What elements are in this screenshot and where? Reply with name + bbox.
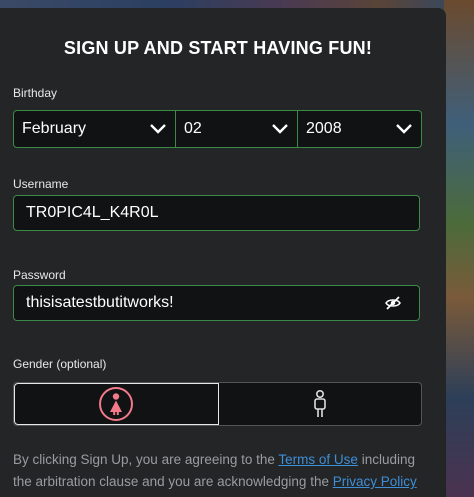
password-label: Password: [13, 268, 66, 282]
chevron-down-icon: [150, 124, 166, 134]
legal-disclaimer: By clicking Sign Up, you are agreeing to…: [13, 449, 433, 493]
gender-female-button[interactable]: [14, 383, 219, 425]
birthday-month-value: February: [22, 120, 87, 137]
gender-male-button[interactable]: [219, 383, 422, 425]
eye-slash-icon[interactable]: [385, 295, 401, 311]
male-icon: [313, 389, 326, 417]
birthday-day-value: 02: [184, 120, 202, 137]
birthday-month-select[interactable]: February: [13, 110, 176, 148]
birthday-year-select[interactable]: 2008: [298, 110, 422, 148]
birthday-year-value: 2008: [306, 120, 342, 137]
birthday-day-select[interactable]: 02: [176, 110, 298, 148]
signup-card: SIGN UP AND START HAVING FUN! Birthday F…: [0, 8, 446, 497]
background-artwork-strip: [444, 0, 474, 497]
gender-label: Gender (optional): [13, 357, 107, 371]
password-input[interactable]: thisisatestbutitworks!: [13, 285, 420, 321]
disclaimer-text-before: By clicking Sign Up, you are agreeing to…: [13, 452, 279, 467]
gender-selector: [13, 382, 422, 426]
female-icon: [99, 387, 134, 421]
birthday-label: Birthday: [13, 86, 58, 100]
terms-of-use-link[interactable]: Terms of Use: [278, 452, 358, 467]
signup-title: SIGN UP AND START HAVING FUN!: [63, 38, 373, 58]
username-value: TR0PIC4L_K4R0L: [26, 204, 159, 221]
password-value: thisisatestbutitworks!: [26, 294, 174, 311]
privacy-policy-link[interactable]: Privacy Policy: [333, 474, 417, 489]
birthday-selects: February 02 2008: [13, 110, 422, 148]
username-label: Username: [13, 177, 69, 191]
username-input[interactable]: TR0PIC4L_K4R0L: [13, 195, 420, 231]
chevron-down-icon: [272, 124, 288, 134]
chevron-down-icon: [396, 124, 412, 134]
